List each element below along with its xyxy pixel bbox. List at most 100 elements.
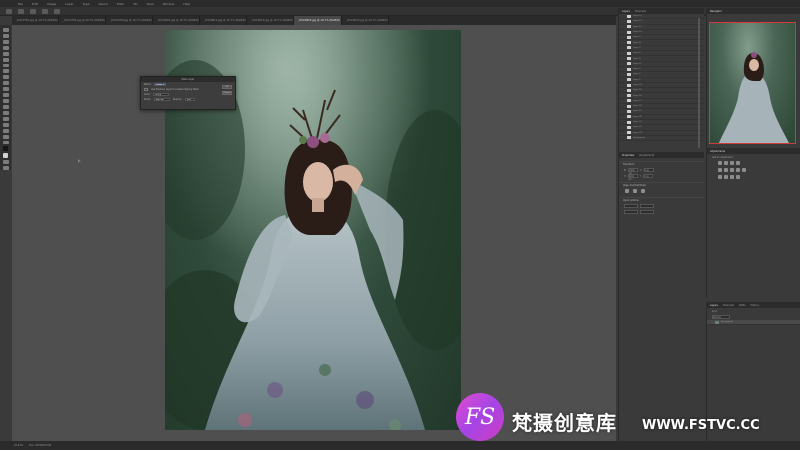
hue-saturation-icon[interactable]	[724, 168, 728, 172]
ok-button[interactable]: OK	[222, 85, 232, 89]
brightness-contrast-icon[interactable]	[718, 161, 722, 165]
color-balance-icon[interactable]	[730, 168, 734, 172]
menu-item[interactable]: Type	[83, 2, 90, 6]
healing-brush-tool-icon[interactable]	[2, 63, 9, 68]
threshold-icon[interactable]	[730, 175, 734, 179]
menu-item[interactable]: 3D	[133, 2, 137, 6]
option-icon[interactable]	[30, 8, 36, 14]
photo-filter-icon[interactable]	[742, 168, 746, 172]
history-brush-tool-icon[interactable]	[2, 81, 9, 86]
tool-preset-icon[interactable]	[18, 8, 24, 14]
background-color-swatch[interactable]	[3, 153, 8, 159]
document-tab[interactable]: _DSC0812.jpg @ 16.7% (RGB/8)×	[200, 16, 247, 25]
document-tab-label: _DSC0825.jpg @ 16.7% (RGB/8)	[298, 19, 340, 22]
marquee-tool-icon[interactable]	[2, 33, 9, 38]
screen-mode-icon[interactable]	[2, 166, 9, 171]
x-field[interactable]: 0 px	[643, 168, 654, 172]
document-tab[interactable]: _DSC0790.jpg @ 16.7% (RGB/8)×	[106, 16, 153, 25]
layer-name: Layer 6	[633, 52, 641, 55]
tab-layers-bottom[interactable]: Layers	[710, 304, 718, 307]
tab-adjustments[interactable]: Adjustments	[639, 154, 654, 157]
tab-layers[interactable]: Layers	[622, 10, 630, 13]
pen-tool-icon[interactable]	[2, 110, 9, 115]
gradient-map-icon[interactable]	[736, 175, 740, 179]
align-right-icon[interactable]	[641, 189, 645, 193]
align-left-icon[interactable]	[625, 189, 629, 193]
crop-tool-icon[interactable]	[2, 51, 9, 56]
layer-row[interactable]: Background	[619, 136, 704, 142]
quick-action-button[interactable]	[624, 204, 638, 208]
clone-stamp-tool-icon[interactable]	[2, 75, 9, 80]
menu-item[interactable]: Filter	[117, 2, 124, 6]
quick-select-tool-icon[interactable]	[2, 45, 9, 50]
shape-tool-icon[interactable]	[2, 128, 9, 133]
foreground-color-swatch[interactable]	[3, 146, 8, 152]
blend-mode-select[interactable]: Normal	[712, 315, 730, 319]
posterize-icon[interactable]	[724, 175, 728, 179]
layer-thumbnail	[627, 51, 631, 55]
menu-item[interactable]: View	[146, 2, 153, 6]
black-white-icon[interactable]	[736, 168, 740, 172]
quick-action-button[interactable]	[640, 210, 654, 214]
tab-paths[interactable]: Paths	[739, 304, 746, 307]
layers-scrollbar[interactable]	[698, 18, 700, 148]
document-tab[interactable]: _DSC0801.jpg @ 16.7% (RGB/8)×	[153, 16, 200, 25]
quick-mask-icon[interactable]	[2, 160, 9, 165]
tab-channels[interactable]: Channels	[635, 10, 646, 13]
zoom-tool-icon[interactable]	[2, 140, 9, 145]
home-icon[interactable]	[6, 8, 12, 14]
type-tool-icon[interactable]	[2, 116, 9, 121]
document-tab[interactable]: _DSC0825.jpg @ 16.7% (RGB/8)×	[294, 16, 342, 25]
menu-item[interactable]: Layer	[65, 2, 73, 6]
color-select[interactable]: None	[153, 92, 170, 97]
layer-row-background[interactable]: Background	[707, 320, 800, 326]
eyedropper-tool-icon[interactable]	[2, 57, 9, 62]
height-field[interactable]: 4000 px	[627, 174, 638, 181]
hand-tool-icon[interactable]	[2, 134, 9, 139]
mode-select[interactable]: Normal	[153, 97, 170, 102]
document-tab[interactable]: _DSC0819.jpg @ 16.7% (RGB/8)×	[247, 16, 294, 25]
menu-item[interactable]: Window	[163, 2, 175, 6]
path-selection-tool-icon[interactable]	[2, 122, 9, 127]
y-field[interactable]: 0 px	[643, 174, 653, 178]
tab-history[interactable]: History	[750, 304, 759, 307]
tab-channels-bottom[interactable]: Channels	[723, 304, 734, 307]
lasso-tool-icon[interactable]	[2, 39, 9, 44]
exposure-icon[interactable]	[736, 161, 740, 165]
curves-icon[interactable]	[730, 161, 734, 165]
option-icon[interactable]	[42, 8, 48, 14]
invert-icon[interactable]	[718, 175, 722, 179]
opacity-field[interactable]: 100	[184, 97, 195, 102]
eraser-tool-icon[interactable]	[2, 87, 9, 92]
menu-item[interactable]: Help	[183, 2, 190, 6]
option-icon[interactable]	[54, 8, 60, 14]
tab-properties[interactable]: Properties	[622, 154, 634, 157]
brush-tool-icon[interactable]	[2, 69, 9, 74]
menu-item[interactable]: Edit	[32, 2, 38, 6]
levels-icon[interactable]	[724, 161, 728, 165]
vibrance-icon[interactable]	[718, 168, 722, 172]
menu-item[interactable]: Image	[47, 2, 56, 6]
gradient-tool-icon[interactable]	[2, 93, 9, 98]
layer-filter-kind[interactable]: Kind	[712, 310, 717, 313]
move-tool-icon[interactable]	[2, 28, 9, 32]
align-center-icon[interactable]	[633, 189, 637, 193]
menu-item[interactable]: Select	[99, 2, 108, 6]
document-tab[interactable]: _DSC0781.jpg @ 16.7% (RGB/8)×	[12, 16, 59, 25]
document-tab[interactable]: _DSC0782.jpg @ 16.7% (RGB/8)×	[59, 16, 106, 25]
name-field[interactable]: Layer 1	[154, 82, 167, 87]
quick-action-button[interactable]	[640, 204, 654, 208]
zoom-level[interactable]: 16.67%	[14, 444, 23, 447]
blur-tool-icon[interactable]	[2, 99, 9, 103]
quick-action-button[interactable]	[624, 210, 638, 214]
tab-navigator[interactable]: Navigator	[710, 10, 722, 13]
clipping-mask-checkbox[interactable]	[144, 88, 148, 91]
width-field[interactable]: 2926 px	[628, 168, 639, 175]
cancel-button[interactable]: Cancel	[222, 91, 232, 95]
tab-adjustments-panel[interactable]: Adjustments	[710, 150, 725, 153]
navigator-thumbnail[interactable]	[709, 22, 796, 144]
document-tab[interactable]: _DSC0833.jpg @ 16.7% (RGB/8)×	[342, 16, 389, 25]
menu-item[interactable]: File	[18, 2, 23, 6]
layer-thumbnail	[627, 109, 631, 113]
dodge-tool-icon[interactable]	[2, 104, 9, 109]
